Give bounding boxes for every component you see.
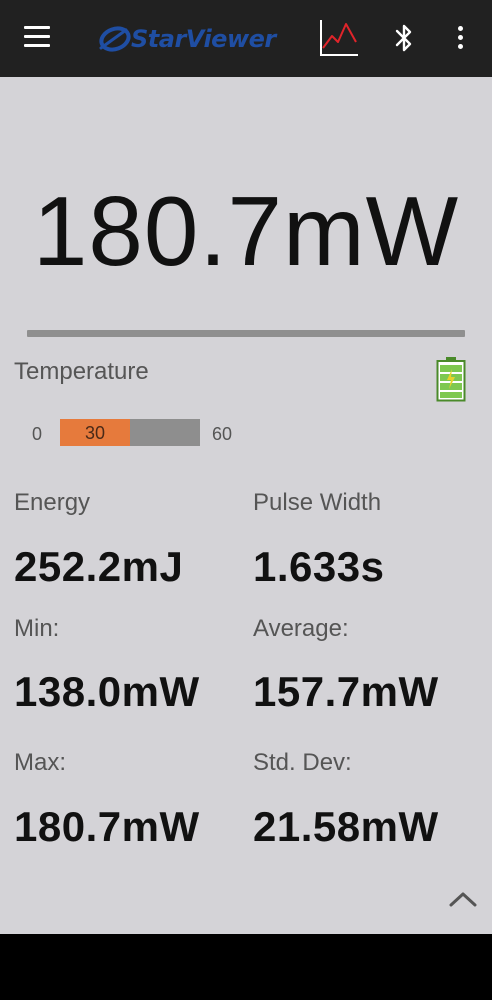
logo-text: StarViewer	[131, 25, 276, 53]
app-logo: StarViewer	[98, 22, 276, 56]
min-label: Min:	[14, 615, 60, 642]
logo-mark-icon	[99, 26, 131, 52]
chevron-up-icon[interactable]	[448, 889, 478, 909]
temperature-scale-min: 0	[32, 424, 43, 444]
app-toolbar: StarViewer	[0, 0, 492, 77]
max-value: 180.7mW	[14, 803, 200, 850]
std-dev-value: 21.58mW	[253, 803, 439, 850]
pulse-width-value: 1.633s	[253, 543, 385, 590]
line-chart-icon[interactable]	[318, 18, 360, 58]
average-label: Average:	[253, 615, 349, 642]
system-navigation-bar	[0, 934, 492, 1000]
battery-charging-icon	[436, 356, 466, 402]
temperature-label: Temperature	[14, 358, 149, 385]
min-value: 138.0mW	[14, 668, 200, 715]
temperature-value: 30	[84, 423, 106, 443]
temperature-bar: 30	[60, 419, 200, 446]
more-vertical-icon[interactable]	[452, 24, 470, 52]
average-value: 157.7mW	[253, 668, 439, 715]
pulse-width-label: Pulse Width	[253, 489, 382, 516]
main-content: 180.7mW Temperature 0 30 60 Energy 252.2…	[0, 77, 492, 934]
temperature-scale-max: 60	[212, 424, 233, 444]
energy-value: 252.2mJ	[14, 543, 184, 590]
hamburger-menu-icon[interactable]	[24, 26, 52, 48]
energy-label: Energy	[14, 489, 91, 516]
max-label: Max:	[14, 749, 67, 776]
bluetooth-icon[interactable]	[392, 22, 416, 54]
power-reading: 180.7mW	[32, 176, 460, 286]
std-dev-label: Std. Dev:	[253, 749, 352, 776]
power-level-bar	[27, 330, 465, 337]
